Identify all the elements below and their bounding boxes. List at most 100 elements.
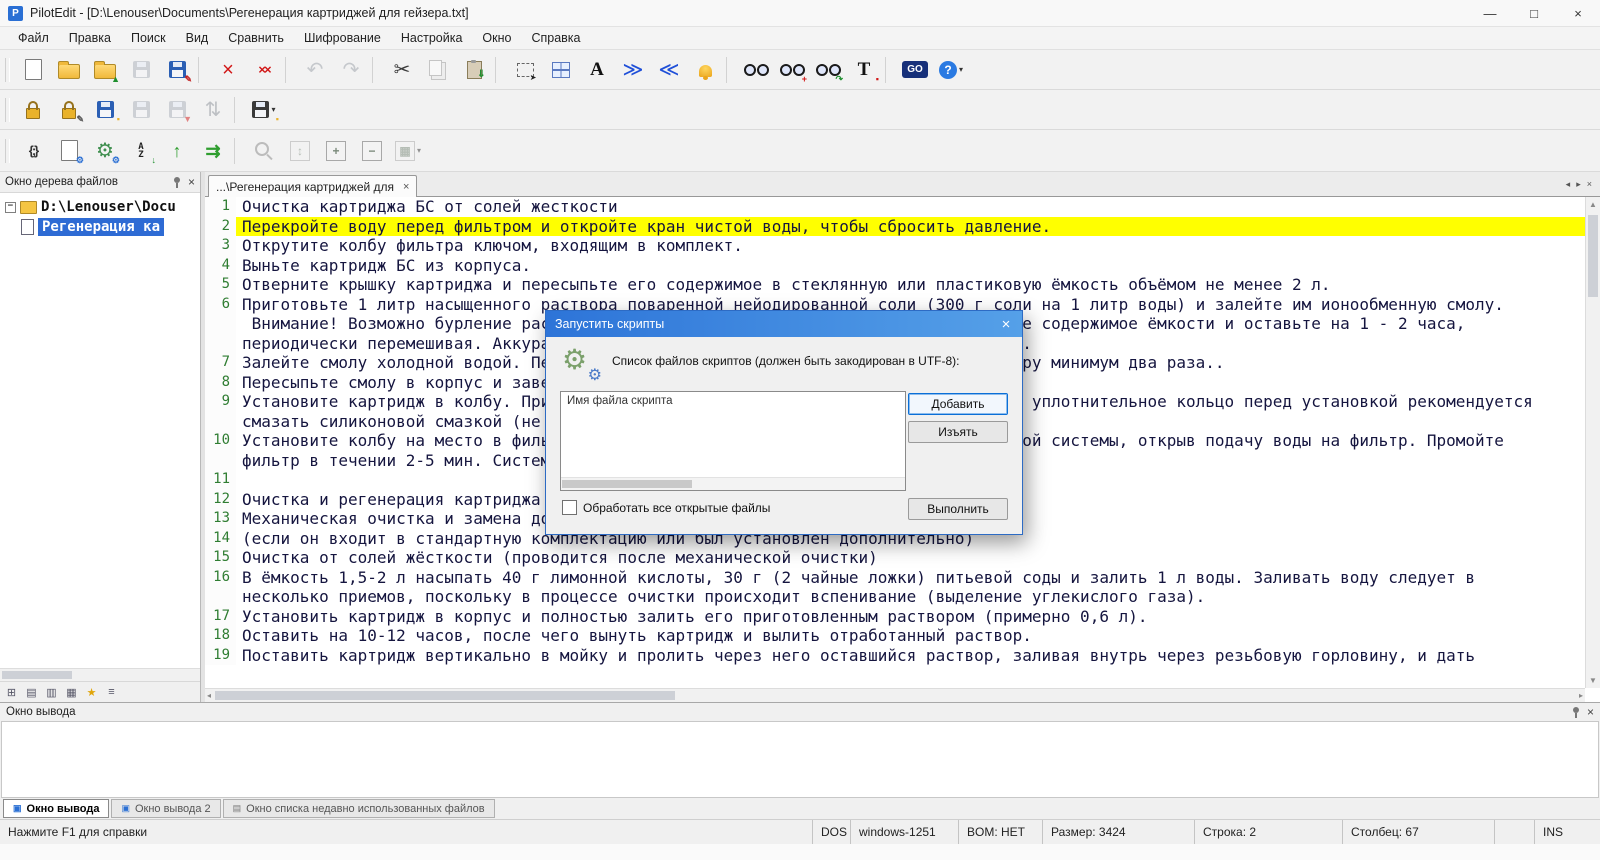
menu-view[interactable]: Вид [176, 29, 219, 47]
editor-line-17[interactable]: 17 Установить картридж в корпус и полност… [205, 606, 1585, 626]
reminder-button[interactable] [687, 54, 723, 86]
upload-encrypted-button[interactable]: ▼ [159, 94, 195, 126]
more-tools-button[interactable]: ▦ ▾ [390, 135, 426, 167]
remove-script-button[interactable]: Изъять [908, 421, 1008, 443]
close-active-tab-button[interactable]: × [1587, 179, 1592, 190]
output-content[interactable] [1, 721, 1599, 798]
desktop-view-button[interactable]: ▦ [62, 686, 81, 699]
detail-list-button[interactable]: ▥ [42, 686, 61, 699]
undo-button[interactable]: ↶ [297, 54, 333, 86]
process-all-files-option[interactable]: Обработать все открытые файлы [562, 500, 770, 515]
scrollbar-thumb[interactable] [215, 691, 676, 700]
help-button[interactable]: ? ▾ [933, 54, 969, 86]
output-window-tab[interactable]: ▣ Окно вывода [3, 799, 110, 818]
close-file-button[interactable]: × [210, 54, 246, 86]
script-file-button[interactable]: {;} [15, 135, 51, 167]
tab-close-icon[interactable]: × [403, 181, 409, 193]
save-as-encrypted-button[interactable]: ✎ [51, 94, 87, 126]
find-in-files-button[interactable]: + [774, 54, 810, 86]
goto-button[interactable]: GO [897, 54, 933, 86]
paste-button[interactable] [456, 54, 492, 86]
ftp-transfer-button[interactable]: ⇅ [195, 94, 231, 126]
close-button[interactable]: × [1556, 0, 1600, 26]
editor-line-5[interactable]: 5 Отверните крышку картриджа и пересыпьте… [205, 275, 1585, 295]
editor-line-4[interactable]: 4 Выньте картридж БС из корпуса. [205, 255, 1585, 275]
editor-line-2[interactable]: 2 Перекройте воду перед фильтром и открой… [205, 216, 1585, 236]
prev-bookmark-button[interactable]: ≪ [651, 54, 687, 86]
scroll-tabs-right-button[interactable]: ▸ [1576, 179, 1581, 190]
reload-file-button[interactable]: ▲ [87, 54, 123, 86]
scroll-left-icon[interactable]: ◂ [205, 688, 213, 702]
favorites-button[interactable]: ★ [82, 686, 101, 699]
script-file-list[interactable]: Имя файла скрипта [560, 391, 906, 491]
menu-help[interactable]: Справка [521, 29, 590, 47]
scroll-up-icon[interactable]: ▲ [1587, 197, 1599, 212]
output-close-button[interactable]: × [1587, 705, 1594, 719]
column-mode-button[interactable] [543, 54, 579, 86]
minimize-button[interactable]: — [1468, 0, 1512, 26]
tree-node-root[interactable]: − D:\Lenouser\Docu [2, 197, 198, 217]
cut-button[interactable]: ✂ [384, 54, 420, 86]
file-tree-close-button[interactable]: × [188, 175, 195, 189]
tree-node-file[interactable]: Регенерация ка [2, 217, 198, 237]
extract-lines-button[interactable]: ↑ [159, 135, 195, 167]
scrollbar-thumb[interactable] [2, 671, 72, 679]
editor-line-wrap[interactable]: несколько приемов, поскольку в процессе … [205, 587, 1585, 607]
vscroll-track[interactable] [1586, 212, 1600, 673]
open-file-button[interactable] [51, 54, 87, 86]
output-window-2-tab[interactable]: ▣ Окно вывода 2 [111, 799, 221, 818]
process-all-files-checkbox[interactable] [562, 500, 577, 515]
add-script-button[interactable]: Добавить [908, 393, 1008, 415]
editor-vscrollbar[interactable]: ▲ ▼ [1585, 197, 1600, 688]
editor-hscrollbar[interactable]: ◂ ▸ [205, 688, 1585, 702]
script-list-column-header[interactable]: Имя файла скрипта [561, 392, 905, 410]
align-text-button[interactable]: ⇉ [195, 135, 231, 167]
collapse-expander-icon[interactable]: − [5, 201, 16, 213]
save-all-encrypted-button[interactable] [123, 94, 159, 126]
maximize-button[interactable]: □ [1512, 0, 1556, 26]
menu-window[interactable]: Окно [472, 29, 521, 47]
run-button[interactable]: Выполнить [908, 498, 1008, 520]
find-in-result-button[interactable] [246, 135, 282, 167]
replace-in-files-button[interactable]: ↷ [810, 54, 846, 86]
edit-script-button[interactable]: ⚙ [51, 135, 87, 167]
run-script-button[interactable]: ⚙ ⚙ [87, 135, 123, 167]
scroll-tabs-left-button[interactable]: ◂ [1566, 179, 1571, 190]
editor-line-16[interactable]: 16 В ёмкость 1,5-2 л насыпать 40 г лимонн… [205, 567, 1585, 587]
dialog-title-bar[interactable]: Запустить скрипты × [546, 311, 1022, 337]
expand-all-button[interactable]: + [318, 135, 354, 167]
collapse-all-button[interactable]: − [354, 135, 390, 167]
save-file-button[interactable] [123, 54, 159, 86]
fit-window-button[interactable]: ↕ [282, 135, 318, 167]
menu-edit[interactable]: Правка [59, 29, 121, 47]
folder-list-button[interactable]: ▤ [22, 686, 41, 699]
recent-files-button[interactable]: ≡ [102, 686, 121, 698]
tab-regeneration-file[interactable]: ...\Регенерация картриджей для × [208, 175, 418, 197]
scrollbar-thumb[interactable] [562, 480, 692, 488]
editor-line-19[interactable]: 19 Поставить картридж вертикально в мойку… [205, 645, 1585, 665]
copy-button[interactable] [420, 54, 456, 86]
menu-encryption[interactable]: Шифрование [294, 29, 391, 47]
sort-lines-button[interactable]: A Z ↓ [123, 135, 159, 167]
redo-button[interactable]: ↷ [333, 54, 369, 86]
selection-mode-button[interactable] [507, 54, 543, 86]
script-list-hscrollbar[interactable] [561, 477, 905, 490]
scrollbar-thumb[interactable] [1588, 215, 1598, 297]
save-encrypted-button[interactable]: ▪ [87, 94, 123, 126]
editor-line-1[interactable]: 1 Очистка картриджа БС от солей жесткости [205, 197, 1585, 217]
recent-files-list-tab[interactable]: ▤ Окно списка недавно использованных файл… [222, 799, 495, 818]
menu-file[interactable]: Файл [8, 29, 59, 47]
menu-search[interactable]: Поиск [121, 29, 176, 47]
scroll-down-icon[interactable]: ▼ [1587, 673, 1599, 688]
hscroll-track[interactable] [213, 689, 1577, 702]
save-all-button[interactable]: ✎ [159, 54, 195, 86]
scroll-right-icon[interactable]: ▸ [1577, 688, 1585, 702]
next-bookmark-button[interactable]: ≫ [615, 54, 651, 86]
editor-line-3[interactable]: 3 Открутите колбу фильтра ключом, входящи… [205, 236, 1585, 256]
tree-mode-button[interactable]: ⊞ [2, 686, 21, 699]
find-button[interactable] [738, 54, 774, 86]
replace-button[interactable]: T ▪ [846, 54, 882, 86]
dialog-close-button[interactable]: × [990, 311, 1022, 337]
editor-line-18[interactable]: 18 Оставить на 10-12 часов, после чего вы… [205, 626, 1585, 646]
editor-line-15[interactable]: 15 Очистка от солей жёсткости (проводится… [205, 548, 1585, 568]
